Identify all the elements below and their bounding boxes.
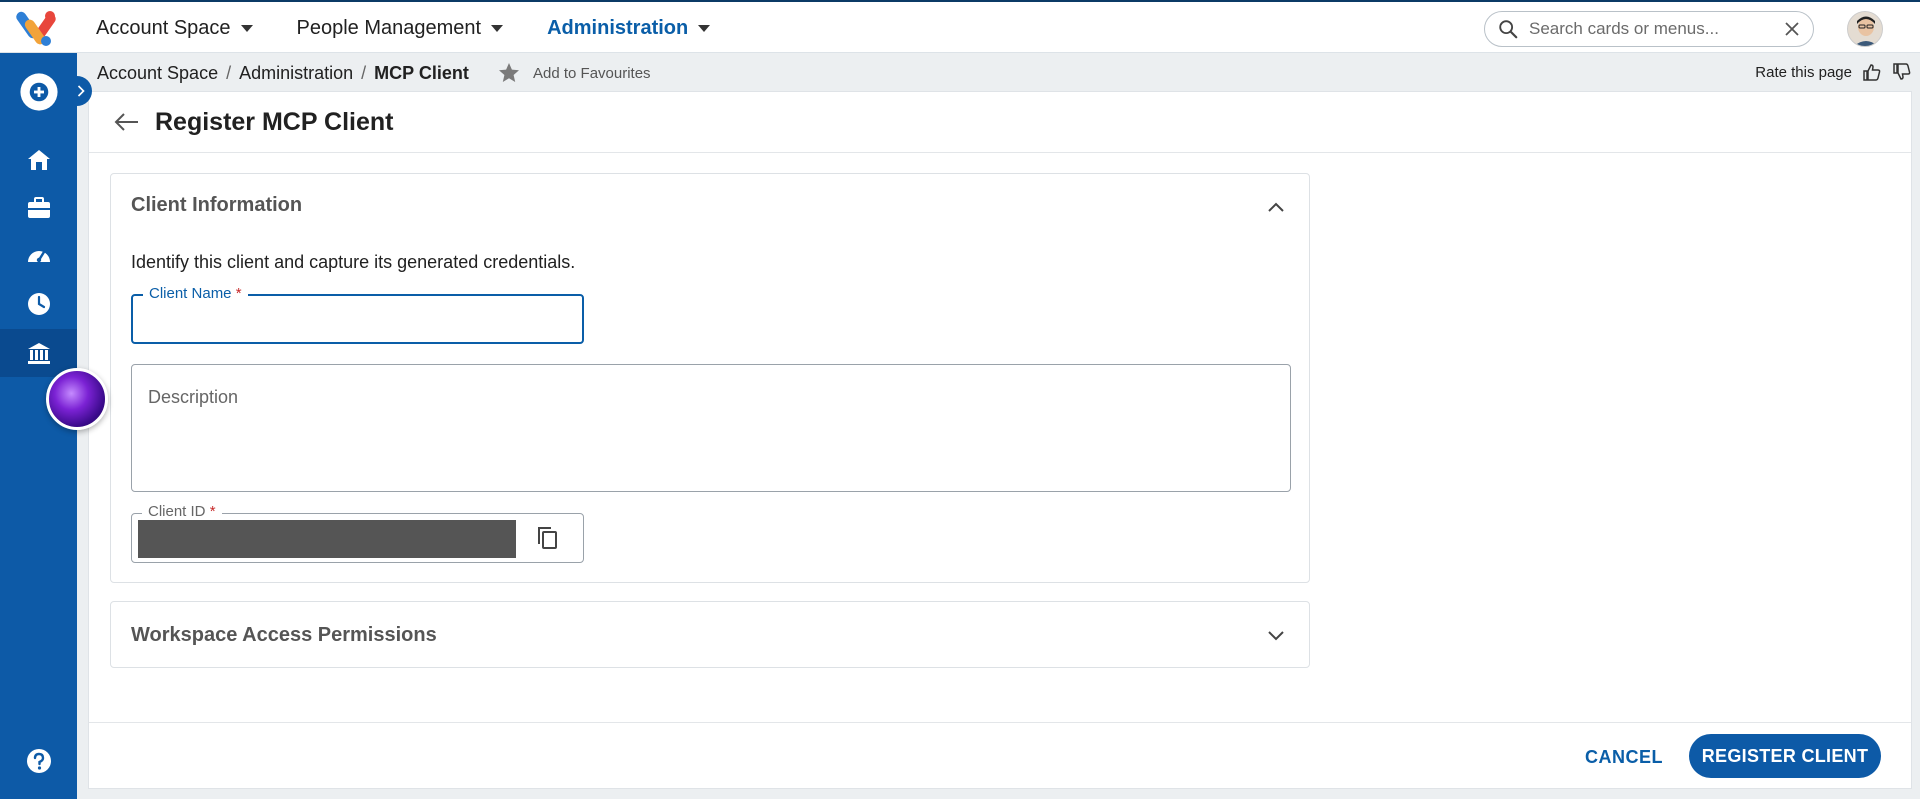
section-description: Identify this client and capture its gen…	[131, 252, 576, 272]
sidebar-item-create[interactable]	[0, 68, 77, 116]
chevron-right-icon	[77, 85, 85, 97]
search-icon	[1499, 20, 1518, 39]
add-to-favourites[interactable]: Add to Favourites	[497, 61, 651, 85]
client-name-label: Client Name *	[143, 285, 248, 302]
nav-administration[interactable]: Administration	[547, 17, 711, 40]
main-panel: Register MCP Client Client Information I…	[88, 91, 1912, 789]
thumbs-up-icon[interactable]	[1862, 62, 1882, 82]
close-icon[interactable]	[1783, 20, 1801, 38]
plus-circle-icon	[19, 73, 58, 111]
client-id-label: Client ID *	[142, 503, 222, 520]
description-placeholder: Description	[148, 387, 239, 407]
breadcrumb: Account Space / Administration / MCP Cli…	[97, 63, 469, 84]
register-client-button[interactable]: REGISTER CLIENT	[1689, 734, 1881, 778]
chevron-down-icon[interactable]	[1265, 624, 1287, 646]
bank-icon	[27, 343, 50, 364]
rate-label: Rate this page	[1755, 63, 1852, 81]
client-name-field[interactable]: Client Name *	[131, 285, 584, 344]
sidebar-item-work[interactable]	[0, 184, 77, 232]
sidebar-item-home[interactable]	[0, 136, 77, 184]
rate-this-page: Rate this page	[1755, 62, 1912, 82]
briefcase-icon	[27, 197, 50, 218]
page-title: Register MCP Client	[155, 108, 394, 136]
section-title: Workspace Access Permissions	[131, 624, 437, 646]
search-placeholder: Search cards or menus...	[1529, 19, 1719, 38]
section-title: Client Information	[131, 194, 303, 216]
description-field[interactable]: Description	[131, 364, 1291, 492]
sidebar-item-help[interactable]	[0, 737, 77, 785]
breadcrumb-account-space[interactable]: Account Space	[97, 63, 218, 84]
breadcrumb-separator: /	[361, 63, 367, 83]
form-footer: CANCEL REGISTER CLIENT	[89, 722, 1911, 788]
avatar-image	[1848, 12, 1882, 46]
arrow-left-icon[interactable]	[113, 110, 141, 134]
client-information-section: Client Information Identify this client …	[110, 173, 1310, 583]
thumbs-down-icon[interactable]	[1892, 62, 1912, 82]
avatar[interactable]	[1847, 11, 1883, 47]
clock-icon	[27, 293, 50, 315]
breadcrumb-current: MCP Client	[374, 63, 469, 83]
nav-people-management[interactable]: People Management	[297, 17, 504, 40]
breadcrumb-separator: /	[226, 63, 232, 83]
sidebar-item-history[interactable]	[0, 280, 77, 328]
breadcrumb-bar: Account Space / Administration / MCP Cli…	[77, 53, 1920, 91]
assistant-orb[interactable]	[46, 368, 108, 430]
search-input[interactable]: Search cards or menus...	[1484, 11, 1814, 47]
top-bar: Account Space People Management Administ…	[0, 0, 1920, 53]
home-icon	[27, 150, 50, 170]
workspace-access-permissions-section[interactable]: Workspace Access Permissions	[110, 601, 1310, 668]
chevron-down-icon	[698, 25, 711, 32]
client-id-value-redacted	[138, 520, 516, 558]
cancel-button[interactable]: CANCEL	[1573, 737, 1675, 777]
add-to-favourites-label: Add to Favourites	[533, 64, 651, 82]
copy-icon[interactable]	[534, 524, 562, 552]
page-header: Register MCP Client	[89, 92, 1911, 153]
sidebar-item-dashboard[interactable]	[0, 232, 77, 280]
dashboard-icon	[27, 250, 50, 263]
nav-account-space[interactable]: Account Space	[96, 17, 253, 40]
chevron-down-icon	[240, 25, 253, 32]
top-navigation: Account Space People Management Administ…	[96, 2, 711, 55]
help-icon	[26, 749, 51, 773]
app-logo-icon[interactable]	[16, 8, 60, 48]
chevron-down-icon	[491, 25, 504, 32]
star-icon	[499, 63, 519, 82]
chevron-up-icon[interactable]	[1265, 196, 1287, 218]
client-id-field: Client ID *	[131, 503, 584, 563]
breadcrumb-administration[interactable]: Administration	[239, 63, 353, 84]
